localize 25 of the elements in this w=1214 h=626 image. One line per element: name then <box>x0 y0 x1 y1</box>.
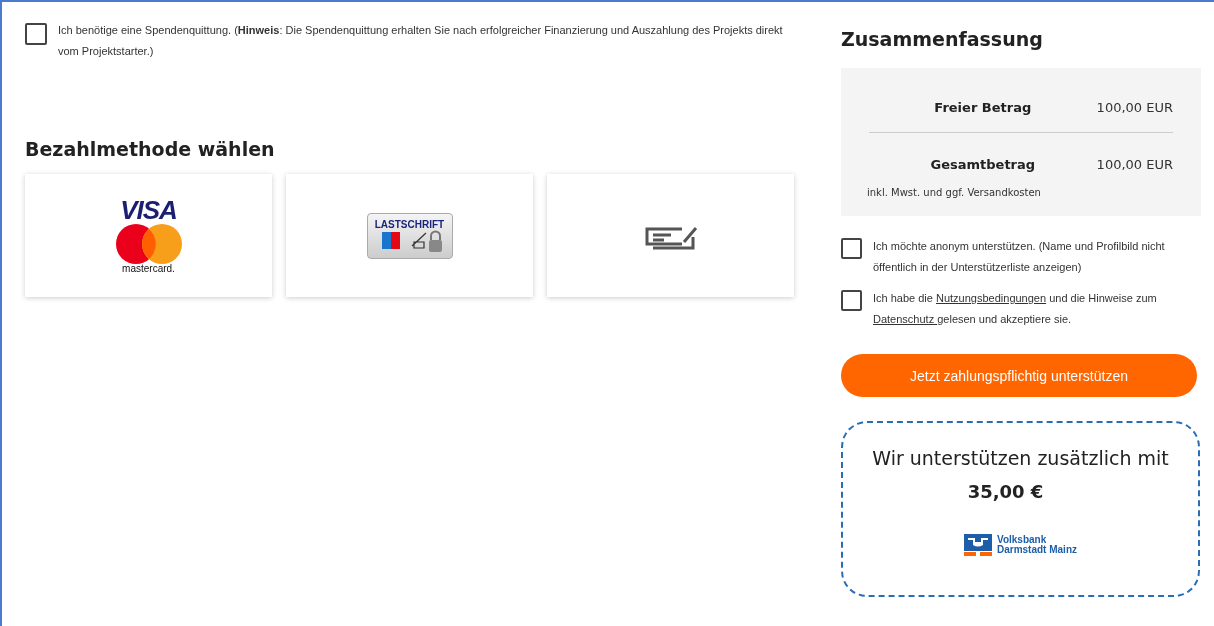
sponsor-text: Wir unterstützen zusätzlich mit <box>872 447 1169 469</box>
consent-text: Ich habe die Nutzungsbedingungen und die Hinweise zum Datenschutz gelesen und akzeptiere sie. <box>873 291 1158 327</box>
badge-label: LASTSCHRIFT <box>374 218 445 230</box>
amount-label: Freier Betrag <box>933 99 1033 115</box>
receipt-note: Ich benötige eine Spendenquittung. (Hinweis: Die Spendenquittung erhalten Sie nach erfolgreicher Finanzierung und Auszahlung des Projekts direkt vom Projektstarter.) <box>58 23 784 59</box>
checkbox[interactable] <box>25 23 47 45</box>
text-link[interactable]: Datenschutz <box>873 313 938 325</box>
card-brand-logo: VISA <box>120 197 177 223</box>
section-heading: Bezahlmethode wählen <box>25 138 276 160</box>
amount-label: Gesamtbetrag <box>929 156 1037 172</box>
checkbox[interactable] <box>841 290 862 311</box>
payment-option[interactable]: LASTSCHRIFT <box>286 174 533 297</box>
consent-text: Ich möchte anonym unterstützen. (Name und Profilbild nicht öffentlich in der Unterstützerliste anzeigen) <box>873 239 1166 275</box>
amount-value: 100,00 EUR <box>1096 99 1173 115</box>
text-link[interactable]: Nutzungsbedingungen <box>936 292 1047 304</box>
tax-note: inkl. Mwst. und ggf. Versandkosten <box>867 187 1042 198</box>
bank-name: Volksbank Darmstadt Mainz <box>997 535 1077 555</box>
checkbox[interactable] <box>841 238 862 259</box>
summary-heading: Zusammenfassung <box>841 28 1044 50</box>
overlapping-circles-icon <box>114 223 183 265</box>
payment-option[interactable]: VISA mastercard. <box>25 174 272 297</box>
card-brand-label: mastercard. <box>122 263 175 274</box>
bank-logo-icon <box>964 534 992 556</box>
amount-value: 100,00 EUR <box>1096 156 1173 172</box>
sponsor-amount: 35,00 € <box>967 481 1044 502</box>
